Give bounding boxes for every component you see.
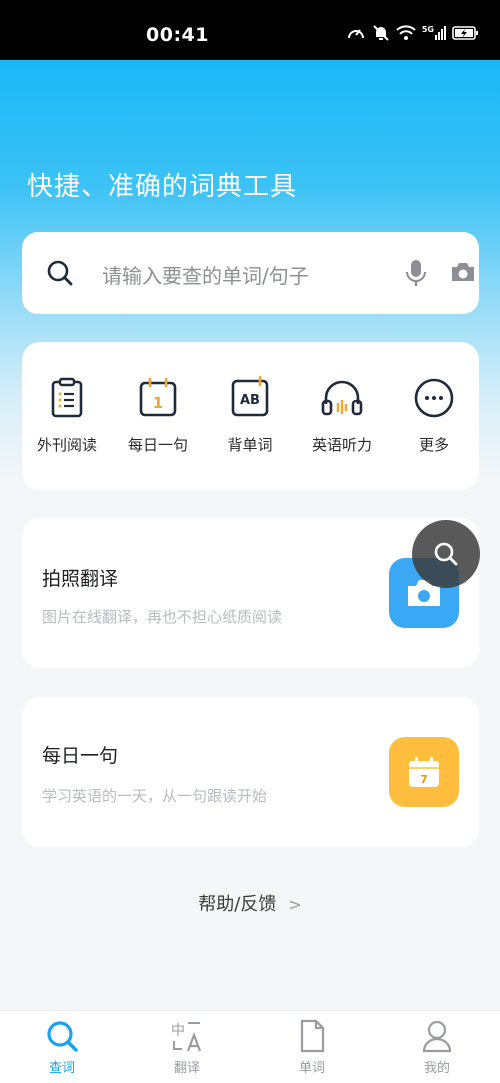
tab-label: 单词: [298, 1061, 325, 1076]
quick-item-vocabulary[interactable]: AB 背单词: [205, 376, 295, 455]
feature-subtitle: 图片在线翻译，再也不担心纸质阅读: [42, 608, 283, 626]
translate-icon: 中: [171, 1022, 202, 1052]
quick-item-label: 背单词: [227, 436, 273, 454]
battery-charging-icon: [452, 26, 478, 40]
status-icons: 5G: [346, 24, 480, 42]
headphones-icon: [321, 380, 363, 416]
search-box[interactable]: 请输入要查的单词/句子: [22, 232, 479, 314]
calendar-icon: 7: [409, 757, 439, 787]
calendar-number: 7: [420, 773, 428, 786]
help-label: 帮助/反馈: [198, 894, 277, 915]
clipboard-icon: [51, 377, 83, 418]
hero-title: 快捷、准确的词典工具: [27, 172, 298, 202]
network-label: 5G: [421, 25, 434, 34]
calendar-day-icon: 1: [139, 377, 177, 417]
quick-item-more[interactable]: 更多: [389, 376, 479, 455]
tab-label: 我的: [423, 1061, 450, 1076]
mute-icon: [373, 25, 389, 41]
more-icon: [414, 378, 454, 418]
data-saver-icon: [347, 29, 364, 39]
quick-item-label: 外刊阅读: [36, 436, 97, 454]
tab-profile[interactable]: 我的: [397, 1019, 477, 1076]
calendar-day-number: 1: [153, 394, 163, 412]
quick-item-label: 英语听力: [311, 436, 372, 454]
document-icon: [300, 1019, 325, 1053]
person-icon: [422, 1020, 452, 1053]
status-bar: 00:41 5G: [0, 0, 500, 60]
camera-icon[interactable]: [450, 261, 476, 283]
mic-icon[interactable]: [404, 258, 428, 288]
quick-item-listening[interactable]: 英语听力: [297, 376, 387, 455]
search-icon: [434, 542, 458, 566]
daily-sentence-badge: 7: [389, 737, 459, 807]
feature-card-daily-sentence[interactable]: 每日一句 学习英语的一天，从一句跟读开始 7: [22, 697, 479, 847]
feature-title: 每日一句: [42, 745, 119, 767]
wifi-icon: [396, 25, 416, 40]
ab-card-icon: AB: [231, 376, 269, 417]
quick-actions-card: 外刊阅读 1 每日一句 AB 背单词 英语听力 更多: [22, 342, 479, 490]
search-input[interactable]: 请输入要查的单词/句子: [102, 260, 309, 289]
tab-label: 查词: [48, 1061, 75, 1076]
feature-title: 拍照翻译: [42, 568, 119, 590]
feature-subtitle: 学习英语的一天，从一句跟读开始: [42, 787, 268, 805]
status-time: 00:41: [146, 24, 209, 46]
bottom-tab-bar: 查词 中 翻译 单词 我的: [0, 1010, 500, 1083]
tab-translate[interactable]: 中 翻译: [147, 1019, 227, 1076]
chevron-right-icon: >: [288, 895, 302, 914]
tab-lookup[interactable]: 查词: [22, 1019, 102, 1076]
quick-item-newspaper-reading[interactable]: 外刊阅读: [22, 376, 112, 455]
quick-item-label: 更多: [418, 436, 449, 454]
floating-search-button[interactable]: [412, 520, 480, 588]
svg-text:中: 中: [171, 1023, 185, 1039]
5g-signal-icon: 5G: [422, 26, 446, 40]
feature-card-photo-translate[interactable]: 拍照翻译 图片在线翻译，再也不担心纸质阅读: [22, 518, 479, 668]
search-icon: [47, 1021, 78, 1052]
ab-card-text: AB: [240, 393, 260, 408]
search-icon: [47, 260, 73, 286]
quick-item-daily-sentence[interactable]: 1 每日一句: [113, 376, 203, 455]
tab-label: 翻译: [173, 1061, 200, 1076]
quick-item-label: 每日一句: [127, 436, 188, 454]
help-feedback-link[interactable]: 帮助/反馈 >: [0, 890, 500, 916]
tab-words[interactable]: 单词: [272, 1019, 352, 1076]
